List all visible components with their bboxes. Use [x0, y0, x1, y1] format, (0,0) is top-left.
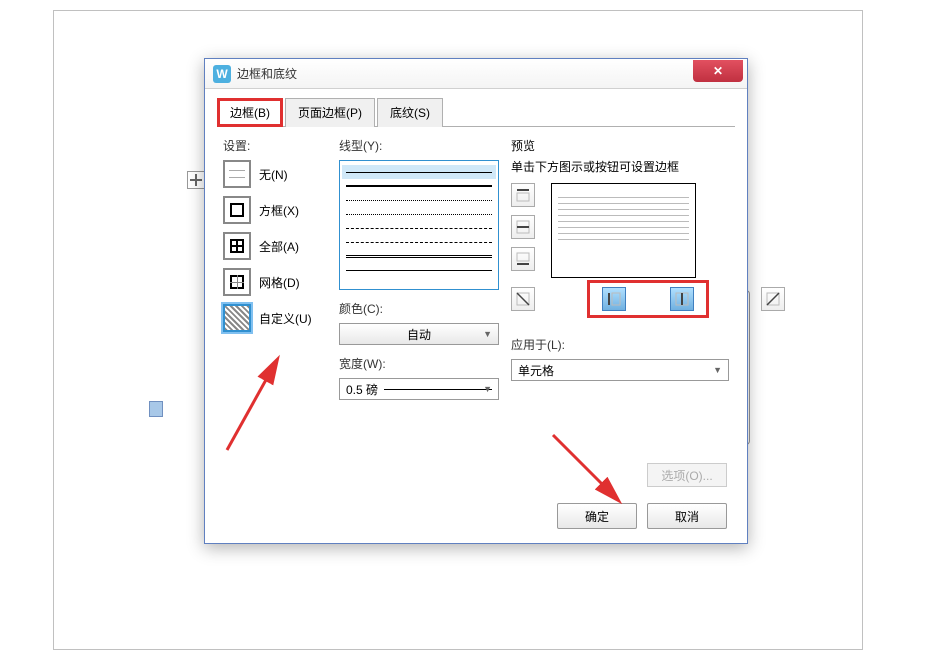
settings-panel: 设置: 无(N) 方框(X) 全部(A) 网格(D) 自定义(U) [223, 137, 327, 507]
none-icon [223, 160, 251, 188]
preview-hint: 单击下方图示或按钮可设置边框 [511, 158, 729, 175]
setting-custom[interactable]: 自定义(U) [223, 304, 327, 332]
border-bottom-button[interactable] [511, 247, 535, 271]
border-left-button[interactable] [602, 287, 626, 311]
tab-border[interactable]: 边框(B) [217, 98, 283, 127]
preview-panel: 预览 单击下方图示或按钮可设置边框 [511, 137, 729, 507]
color-label: 颜色(C): [339, 300, 499, 317]
app-icon: W [213, 65, 231, 83]
preview-diagram[interactable] [551, 183, 696, 278]
style-panel: 线型(Y): 颜色(C): 自动 宽度(W): 0.5 磅 [339, 137, 499, 507]
setting-grid[interactable]: 网格(D) [223, 268, 327, 296]
line-style-label: 线型(Y): [339, 137, 499, 154]
tab-page-border[interactable]: 页面边框(P) [285, 98, 375, 127]
dialog-title-bar[interactable]: W 边框和底纹 ✕ [205, 59, 747, 89]
width-select[interactable]: 0.5 磅 [339, 378, 499, 400]
line-style-list[interactable] [339, 160, 499, 290]
border-diag-up-button[interactable] [761, 287, 785, 311]
highlighted-buttons [587, 280, 709, 318]
preview-label: 预览 [511, 137, 729, 154]
setting-all[interactable]: 全部(A) [223, 232, 327, 260]
all-icon [223, 232, 251, 260]
apply-to-label: 应用于(L): [511, 336, 729, 353]
apply-to-select[interactable]: 单元格 [511, 359, 729, 381]
border-top-button[interactable] [511, 183, 535, 207]
cancel-button[interactable]: 取消 [647, 503, 727, 529]
options-button: 选项(O)... [647, 463, 727, 487]
width-label: 宽度(W): [339, 355, 499, 372]
setting-none[interactable]: 无(N) [223, 160, 327, 188]
tab-bar: 边框(B) 页面边框(P) 底纹(S) [217, 97, 735, 127]
settings-label: 设置: [223, 137, 327, 154]
document-icon [149, 401, 163, 417]
tab-shading[interactable]: 底纹(S) [377, 98, 443, 127]
borders-shading-dialog: W 边框和底纹 ✕ 边框(B) 页面边框(P) 底纹(S) 设置: 无(N) 方… [204, 58, 748, 544]
setting-box[interactable]: 方框(X) [223, 196, 327, 224]
custom-icon [223, 304, 251, 332]
border-center-button[interactable] [670, 287, 694, 311]
close-icon: ✕ [713, 64, 723, 78]
border-diag-down-button[interactable] [511, 287, 535, 311]
color-select[interactable]: 自动 [339, 323, 499, 345]
box-icon [223, 196, 251, 224]
grid-icon [223, 268, 251, 296]
ok-button[interactable]: 确定 [557, 503, 637, 529]
border-middle-button[interactable] [511, 215, 535, 239]
dialog-title: 边框和底纹 [237, 65, 297, 82]
close-button[interactable]: ✕ [693, 60, 743, 82]
table-move-handle[interactable] [187, 171, 205, 189]
